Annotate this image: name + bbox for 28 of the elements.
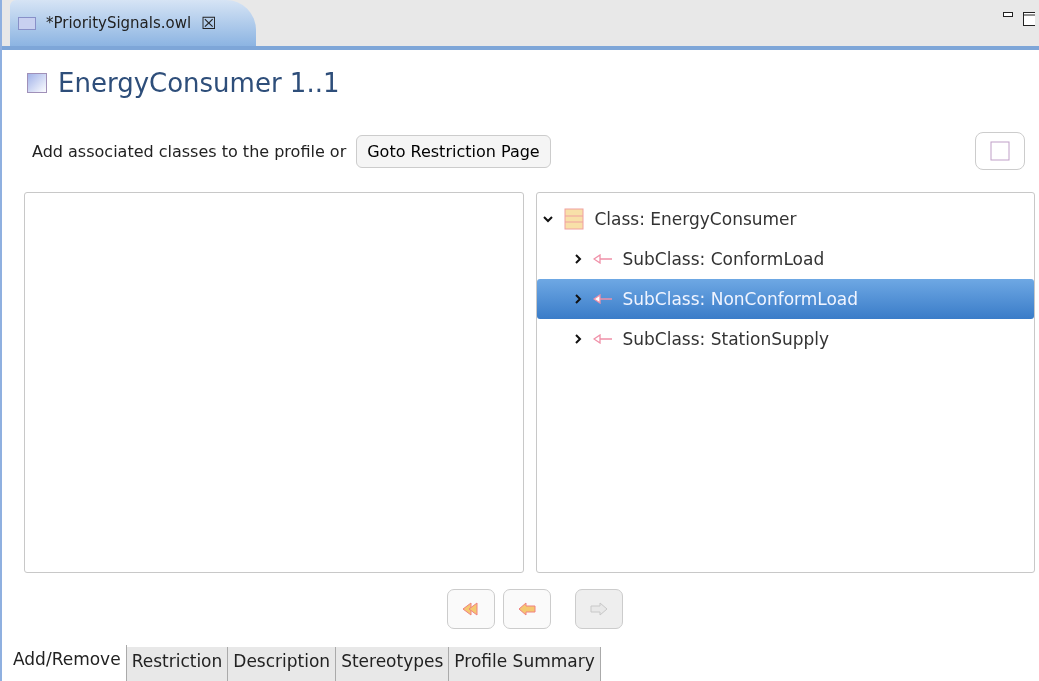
page-title: EnergyConsumer 1..1	[58, 68, 340, 98]
tree-item[interactable]: Class: EnergyConsumer	[536, 199, 1034, 239]
page-tab[interactable]: Restriction	[126, 647, 229, 681]
maximize-icon[interactable]	[1023, 12, 1035, 26]
expander-icon[interactable]	[572, 294, 583, 304]
expander-icon[interactable]	[542, 214, 553, 224]
close-icon[interactable]: ☒	[201, 13, 217, 33]
class-tree[interactable]: Class: EnergyConsumer SubClass: ConformLoad SubClass: NonConformLoad SubClass: StationSupply	[535, 192, 1035, 573]
page-tab[interactable]: Description	[228, 647, 337, 681]
arrow-icon	[592, 254, 613, 264]
tree-item[interactable]: SubClass: ConformLoad	[536, 239, 1034, 279]
class-icon	[26, 72, 48, 94]
page-tab[interactable]: Profile Summary	[449, 647, 601, 681]
minimize-icon[interactable]	[1003, 12, 1013, 18]
editor-tab[interactable]: *PrioritySignals.owl ☒	[10, 0, 257, 46]
class-icon	[562, 208, 585, 230]
toggle-button[interactable]	[975, 132, 1025, 170]
arrow-icon	[592, 294, 613, 304]
page-tab[interactable]: Stereotypes	[336, 647, 450, 681]
folder-icon	[18, 16, 36, 30]
tree-item[interactable]: SubClass: StationSupply	[536, 319, 1034, 359]
instruction-text: Add associated classes to the profile or	[32, 141, 347, 161]
square-icon	[990, 141, 1010, 161]
expander-icon[interactable]	[572, 254, 583, 264]
arrow-icon	[592, 334, 613, 344]
expander-icon[interactable]	[572, 334, 583, 344]
goto-restriction-button[interactable]: Goto Restriction Page	[356, 134, 551, 168]
arrow-icon	[587, 602, 610, 616]
